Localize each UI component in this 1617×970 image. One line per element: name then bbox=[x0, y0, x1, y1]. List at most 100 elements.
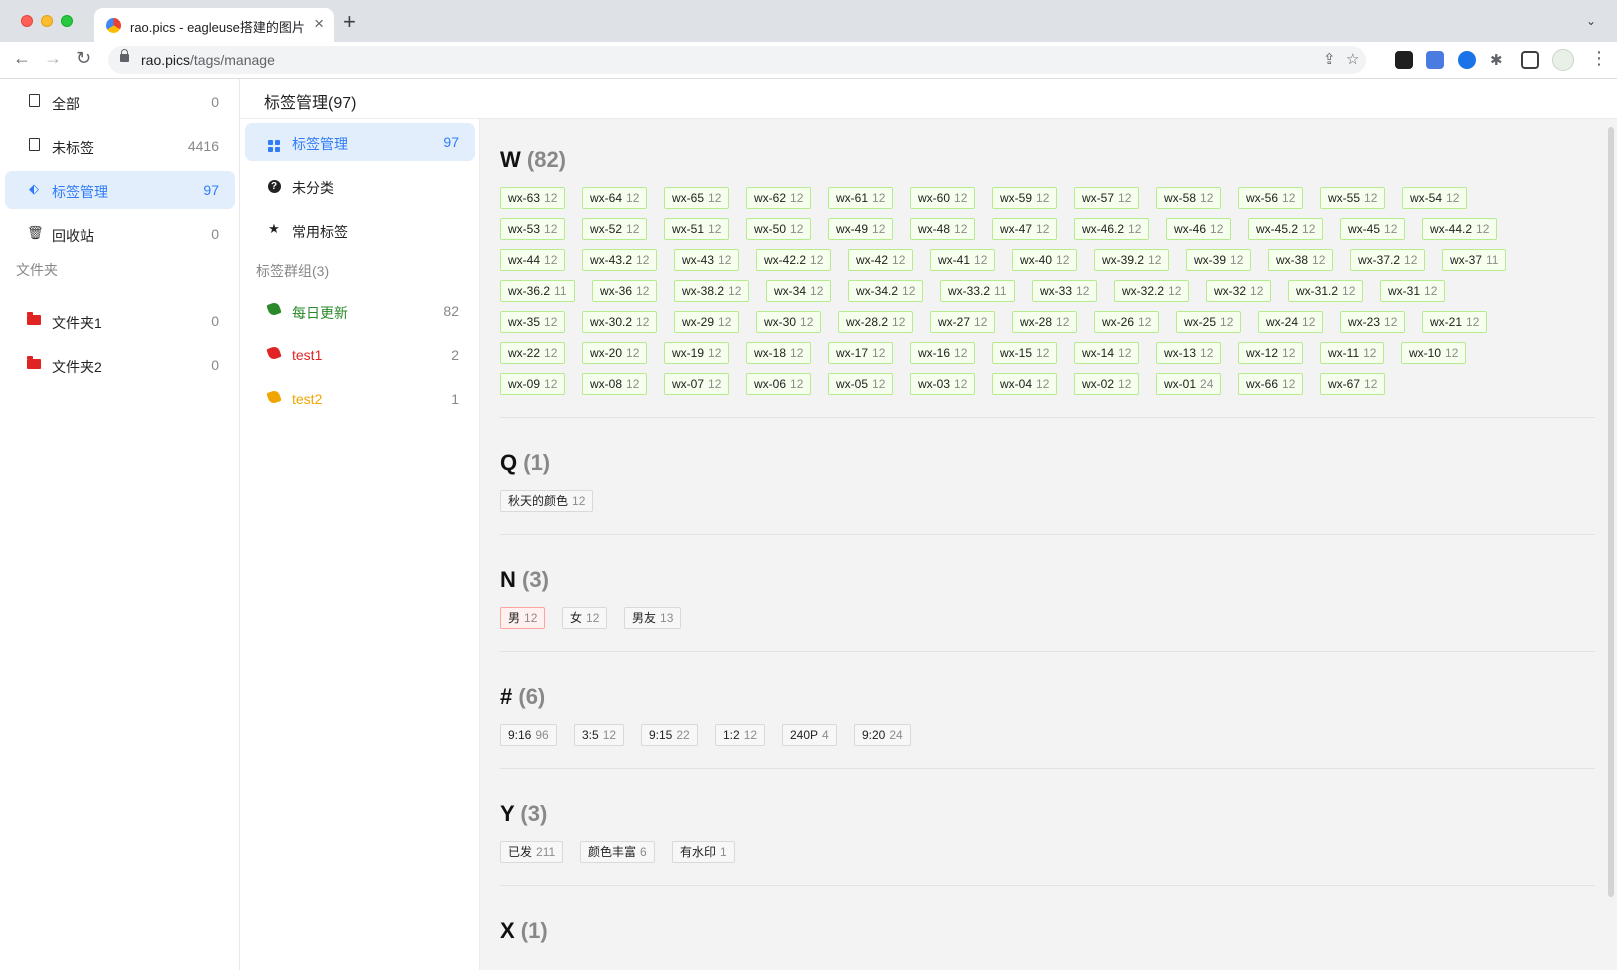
tag-chip[interactable]: wx-49 12 bbox=[828, 218, 894, 240]
bookmark-star-icon[interactable]: ☆ bbox=[1346, 50, 1359, 68]
tag-chip[interactable]: wx-37.2 12 bbox=[1350, 249, 1426, 271]
tag-chip[interactable]: wx-57 12 bbox=[1074, 187, 1140, 209]
tag-chip[interactable]: wx-39 12 bbox=[1186, 249, 1252, 271]
tag-chip[interactable]: wx-30.2 12 bbox=[582, 311, 658, 333]
subnav-item-tag-manage[interactable]: 标签管理 97 bbox=[245, 123, 475, 161]
tag-chip[interactable]: wx-44 12 bbox=[500, 249, 566, 271]
tag-chip[interactable]: wx-34 12 bbox=[766, 280, 832, 302]
subnav-item-uncategorized[interactable]: ? 未分类 bbox=[245, 167, 475, 205]
forward-icon[interactable]: → bbox=[44, 48, 62, 69]
maximize-window-button[interactable] bbox=[61, 15, 73, 27]
tag-chip[interactable]: wx-36 12 bbox=[592, 280, 658, 302]
tag-chip[interactable]: wx-51 12 bbox=[664, 218, 730, 240]
tag-chip[interactable]: wx-33 12 bbox=[1032, 280, 1098, 302]
tag-chip[interactable]: wx-67 12 bbox=[1320, 373, 1386, 395]
tag-chip[interactable]: wx-10 12 bbox=[1401, 342, 1467, 364]
tag-chip[interactable]: wx-04 12 bbox=[992, 373, 1058, 395]
tag-chip[interactable]: wx-25 12 bbox=[1176, 311, 1242, 333]
side-panel-icon[interactable] bbox=[1521, 51, 1539, 69]
tag-chip[interactable]: wx-43.2 12 bbox=[582, 249, 658, 271]
tag-chip[interactable]: wx-38.2 12 bbox=[674, 280, 750, 302]
tag-chip[interactable]: wx-48 12 bbox=[910, 218, 976, 240]
sidebar-item-trash[interactable]: 🗑 回收站 0 bbox=[5, 215, 235, 253]
extension-icon-dark[interactable] bbox=[1395, 51, 1413, 69]
subnav-item-common-tags[interactable]: ★ 常用标签 bbox=[245, 211, 475, 249]
scrollbar[interactable] bbox=[1608, 127, 1614, 897]
subnav-group-test2[interactable]: test2 1 bbox=[245, 380, 475, 418]
tag-chip[interactable]: 颜色丰富 6 bbox=[580, 841, 655, 863]
tag-chip[interactable]: 男友 13 bbox=[624, 607, 682, 629]
address-bar[interactable]: rao.pics/tags/manage ⇪ ☆ bbox=[108, 46, 1366, 74]
tag-chip[interactable]: wx-53 12 bbox=[500, 218, 566, 240]
tag-chip[interactable]: wx-12 12 bbox=[1238, 342, 1304, 364]
tag-chip[interactable]: wx-45.2 12 bbox=[1248, 218, 1324, 240]
tag-chip[interactable]: 秋天的颜色 12 bbox=[500, 490, 594, 512]
tab-search-chevron-icon[interactable]: ⌄ bbox=[1586, 14, 1596, 28]
tag-chip[interactable]: wx-55 12 bbox=[1320, 187, 1386, 209]
extensions-puzzle-icon[interactable]: ✱ bbox=[1490, 51, 1503, 69]
tag-chip[interactable]: 有水印 1 bbox=[672, 841, 735, 863]
sidebar-item-folder1[interactable]: 文件夹1 0 bbox=[5, 302, 235, 340]
tag-chip[interactable]: 女 12 bbox=[562, 607, 608, 629]
new-tab-button[interactable]: + bbox=[343, 9, 356, 35]
tag-chip[interactable]: wx-01 24 bbox=[1156, 373, 1222, 395]
browser-tab[interactable]: rao.pics - eagleuse搭建的图片管理 × bbox=[94, 8, 334, 42]
tag-chip[interactable]: wx-11 12 bbox=[1320, 342, 1385, 364]
sidebar-item-tag-manage[interactable]: ⬖ 标签管理 97 bbox=[5, 171, 235, 209]
tag-chip[interactable]: 男 12 bbox=[500, 607, 546, 629]
tag-chip[interactable]: wx-47 12 bbox=[992, 218, 1058, 240]
sidebar-item-untagged[interactable]: 未标签 4416 bbox=[5, 127, 235, 165]
tag-chip[interactable]: wx-21 12 bbox=[1422, 311, 1488, 333]
tag-chip[interactable]: wx-64 12 bbox=[582, 187, 648, 209]
tag-chip[interactable]: wx-05 12 bbox=[828, 373, 894, 395]
tag-chip[interactable]: wx-31.2 12 bbox=[1288, 280, 1364, 302]
tag-chip[interactable]: wx-45 12 bbox=[1340, 218, 1406, 240]
tag-chip[interactable]: wx-15 12 bbox=[992, 342, 1058, 364]
tag-chip[interactable]: wx-17 12 bbox=[828, 342, 894, 364]
tag-chip[interactable]: wx-29 12 bbox=[674, 311, 740, 333]
tag-chip[interactable]: wx-03 12 bbox=[910, 373, 976, 395]
tag-chip[interactable]: wx-06 12 bbox=[746, 373, 812, 395]
tag-chip[interactable]: 240P 4 bbox=[782, 724, 837, 746]
tag-chip[interactable]: wx-42 12 bbox=[848, 249, 914, 271]
reload-icon[interactable]: ↻ bbox=[76, 48, 91, 69]
tag-chip[interactable]: wx-36.2 11 bbox=[500, 280, 575, 302]
back-icon[interactable]: ← bbox=[13, 48, 31, 69]
tag-chip[interactable]: wx-39.2 12 bbox=[1094, 249, 1170, 271]
tag-chip[interactable]: wx-46.2 12 bbox=[1074, 218, 1150, 240]
tag-chip[interactable]: wx-27 12 bbox=[930, 311, 996, 333]
subnav-group-test1[interactable]: test1 2 bbox=[245, 336, 475, 374]
tag-chip[interactable]: wx-09 12 bbox=[500, 373, 566, 395]
tag-chip[interactable]: wx-34.2 12 bbox=[848, 280, 924, 302]
tag-chip[interactable]: wx-14 12 bbox=[1074, 342, 1140, 364]
tag-chip[interactable]: wx-65 12 bbox=[664, 187, 730, 209]
tag-chip[interactable]: wx-16 12 bbox=[910, 342, 976, 364]
tag-chip[interactable]: wx-26 12 bbox=[1094, 311, 1160, 333]
tag-chip[interactable]: wx-60 12 bbox=[910, 187, 976, 209]
tag-chip[interactable]: 9:20 24 bbox=[854, 724, 911, 746]
tag-chip[interactable]: wx-62 12 bbox=[746, 187, 812, 209]
tag-chip[interactable]: wx-30 12 bbox=[756, 311, 822, 333]
tag-chip[interactable]: 已发 211 bbox=[500, 841, 564, 863]
tag-chip[interactable]: wx-24 12 bbox=[1258, 311, 1324, 333]
tag-chip[interactable]: wx-44.2 12 bbox=[1422, 218, 1498, 240]
tag-chip[interactable]: wx-28 12 bbox=[1012, 311, 1078, 333]
tag-chip[interactable]: wx-59 12 bbox=[992, 187, 1058, 209]
minimize-window-button[interactable] bbox=[41, 15, 53, 27]
tag-chip[interactable]: 3:5 12 bbox=[574, 724, 625, 746]
tag-chip[interactable]: wx-35 12 bbox=[500, 311, 566, 333]
tag-chip[interactable]: wx-42.2 12 bbox=[756, 249, 832, 271]
tag-chip[interactable]: 9:16 96 bbox=[500, 724, 557, 746]
tag-chip[interactable]: wx-32 12 bbox=[1206, 280, 1272, 302]
tag-chip[interactable]: wx-66 12 bbox=[1238, 373, 1304, 395]
tag-chip[interactable]: wx-07 12 bbox=[664, 373, 730, 395]
profile-avatar[interactable] bbox=[1552, 49, 1574, 71]
tag-chip[interactable]: wx-52 12 bbox=[582, 218, 648, 240]
close-window-button[interactable] bbox=[21, 15, 33, 27]
tag-chip[interactable]: wx-43 12 bbox=[674, 249, 740, 271]
tag-chip[interactable]: wx-13 12 bbox=[1156, 342, 1222, 364]
tag-chip[interactable]: wx-54 12 bbox=[1402, 187, 1468, 209]
tag-chip[interactable]: 1:2 12 bbox=[715, 724, 766, 746]
tag-chip[interactable]: wx-41 12 bbox=[930, 249, 996, 271]
share-icon[interactable]: ⇪ bbox=[1323, 50, 1336, 68]
